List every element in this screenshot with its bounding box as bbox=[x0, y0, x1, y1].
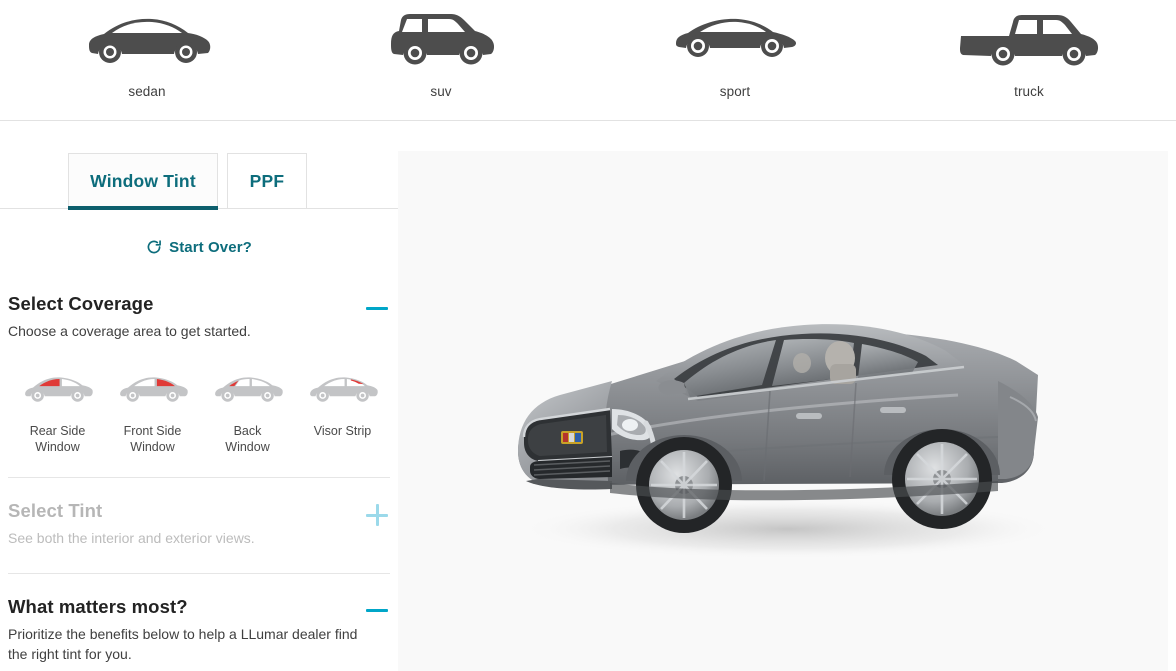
vehicle-type-label: truck bbox=[1014, 84, 1044, 99]
section-title: Select Coverage bbox=[8, 293, 154, 314]
vehicle-type-label: sport bbox=[719, 84, 751, 99]
sedan-icon bbox=[82, 8, 212, 70]
coverage-option-label: Front Side Window bbox=[123, 424, 182, 455]
plus-icon[interactable] bbox=[364, 502, 390, 528]
section-header-what-matters-most[interactable]: What matters most? Prioritize the benefi… bbox=[8, 596, 390, 665]
coverage-option-label: Rear Side Window bbox=[29, 424, 86, 455]
vehicle-type-truck[interactable]: truck bbox=[882, 0, 1176, 121]
car-rear-side-window-icon bbox=[22, 367, 94, 413]
suv-icon bbox=[385, 8, 497, 70]
section-header-select-tint[interactable]: Select Tint See both the interior and ex… bbox=[8, 500, 390, 548]
coverage-option-visor-strip[interactable]: Visor Strip bbox=[295, 367, 390, 455]
start-over-label: Start Over? bbox=[169, 238, 252, 256]
section-subtitle: See both the interior and exterior views… bbox=[8, 530, 255, 547]
tab-ppf[interactable]: PPF bbox=[227, 153, 307, 209]
coverage-option-rear-side-window[interactable]: Rear Side Window bbox=[10, 367, 105, 455]
section-select-tint: Select Tint See both the interior and ex… bbox=[0, 500, 398, 548]
tab-window-tint[interactable]: Window Tint bbox=[68, 153, 218, 210]
car-visor-strip-icon bbox=[307, 367, 379, 413]
section-divider bbox=[8, 572, 390, 574]
section-divider bbox=[8, 477, 390, 479]
coverage-option-front-side-window[interactable]: Front Side Window bbox=[105, 367, 200, 455]
section-subtitle: Choose a coverage area to get started. bbox=[8, 323, 251, 339]
vehicle-type-suv[interactable]: suv bbox=[294, 0, 588, 121]
coverage-options: Rear Side Window Front Side Window Back … bbox=[8, 367, 390, 455]
section-title: What matters most? bbox=[8, 595, 188, 617]
sport-car-icon bbox=[672, 8, 798, 70]
main-content: Window Tint PPF Start Over? Select Cover… bbox=[0, 121, 1176, 671]
section-title: Select Tint bbox=[8, 500, 103, 522]
product-tabs: Window Tint PPF bbox=[0, 147, 398, 210]
section-select-coverage: Select Coverage Choose a coverage area t… bbox=[0, 293, 398, 455]
tint-configurator-app: sedan suv sport truck Window Tint PPF St… bbox=[0, 0, 1176, 671]
minus-icon[interactable] bbox=[364, 295, 390, 321]
coverage-option-back-window[interactable]: Back Window bbox=[200, 367, 295, 455]
refresh-icon bbox=[147, 240, 162, 254]
minus-icon[interactable] bbox=[364, 598, 390, 624]
section-subtitle: Prioritize the benefits below to help a … bbox=[8, 625, 358, 662]
vehicle-preview-panel[interactable] bbox=[398, 151, 1168, 671]
coverage-option-label: Visor Strip bbox=[313, 424, 372, 439]
vehicle-type-label: sedan bbox=[128, 84, 166, 99]
coverage-option-label: Back Window bbox=[225, 424, 270, 455]
vehicle-preview-image bbox=[518, 324, 1058, 559]
truck-icon bbox=[957, 8, 1101, 70]
tab-label: PPF bbox=[249, 171, 285, 191]
start-over-button[interactable]: Start Over? bbox=[0, 235, 398, 259]
car-front-side-window-icon bbox=[117, 367, 189, 413]
configurator-sidebar: Window Tint PPF Start Over? Select Cover… bbox=[0, 121, 398, 671]
section-header-select-coverage[interactable]: Select Coverage Choose a coverage area t… bbox=[8, 293, 390, 341]
vehicle-type-selector: sedan suv sport truck bbox=[0, 0, 1176, 121]
car-back-window-icon bbox=[212, 367, 284, 413]
section-what-matters-most: What matters most? Prioritize the benefi… bbox=[0, 596, 398, 665]
vehicle-type-label: suv bbox=[430, 84, 452, 99]
vehicle-type-sport[interactable]: sport bbox=[588, 0, 882, 121]
vehicle-type-sedan[interactable]: sedan bbox=[0, 0, 294, 121]
tab-label: Window Tint bbox=[90, 171, 196, 191]
